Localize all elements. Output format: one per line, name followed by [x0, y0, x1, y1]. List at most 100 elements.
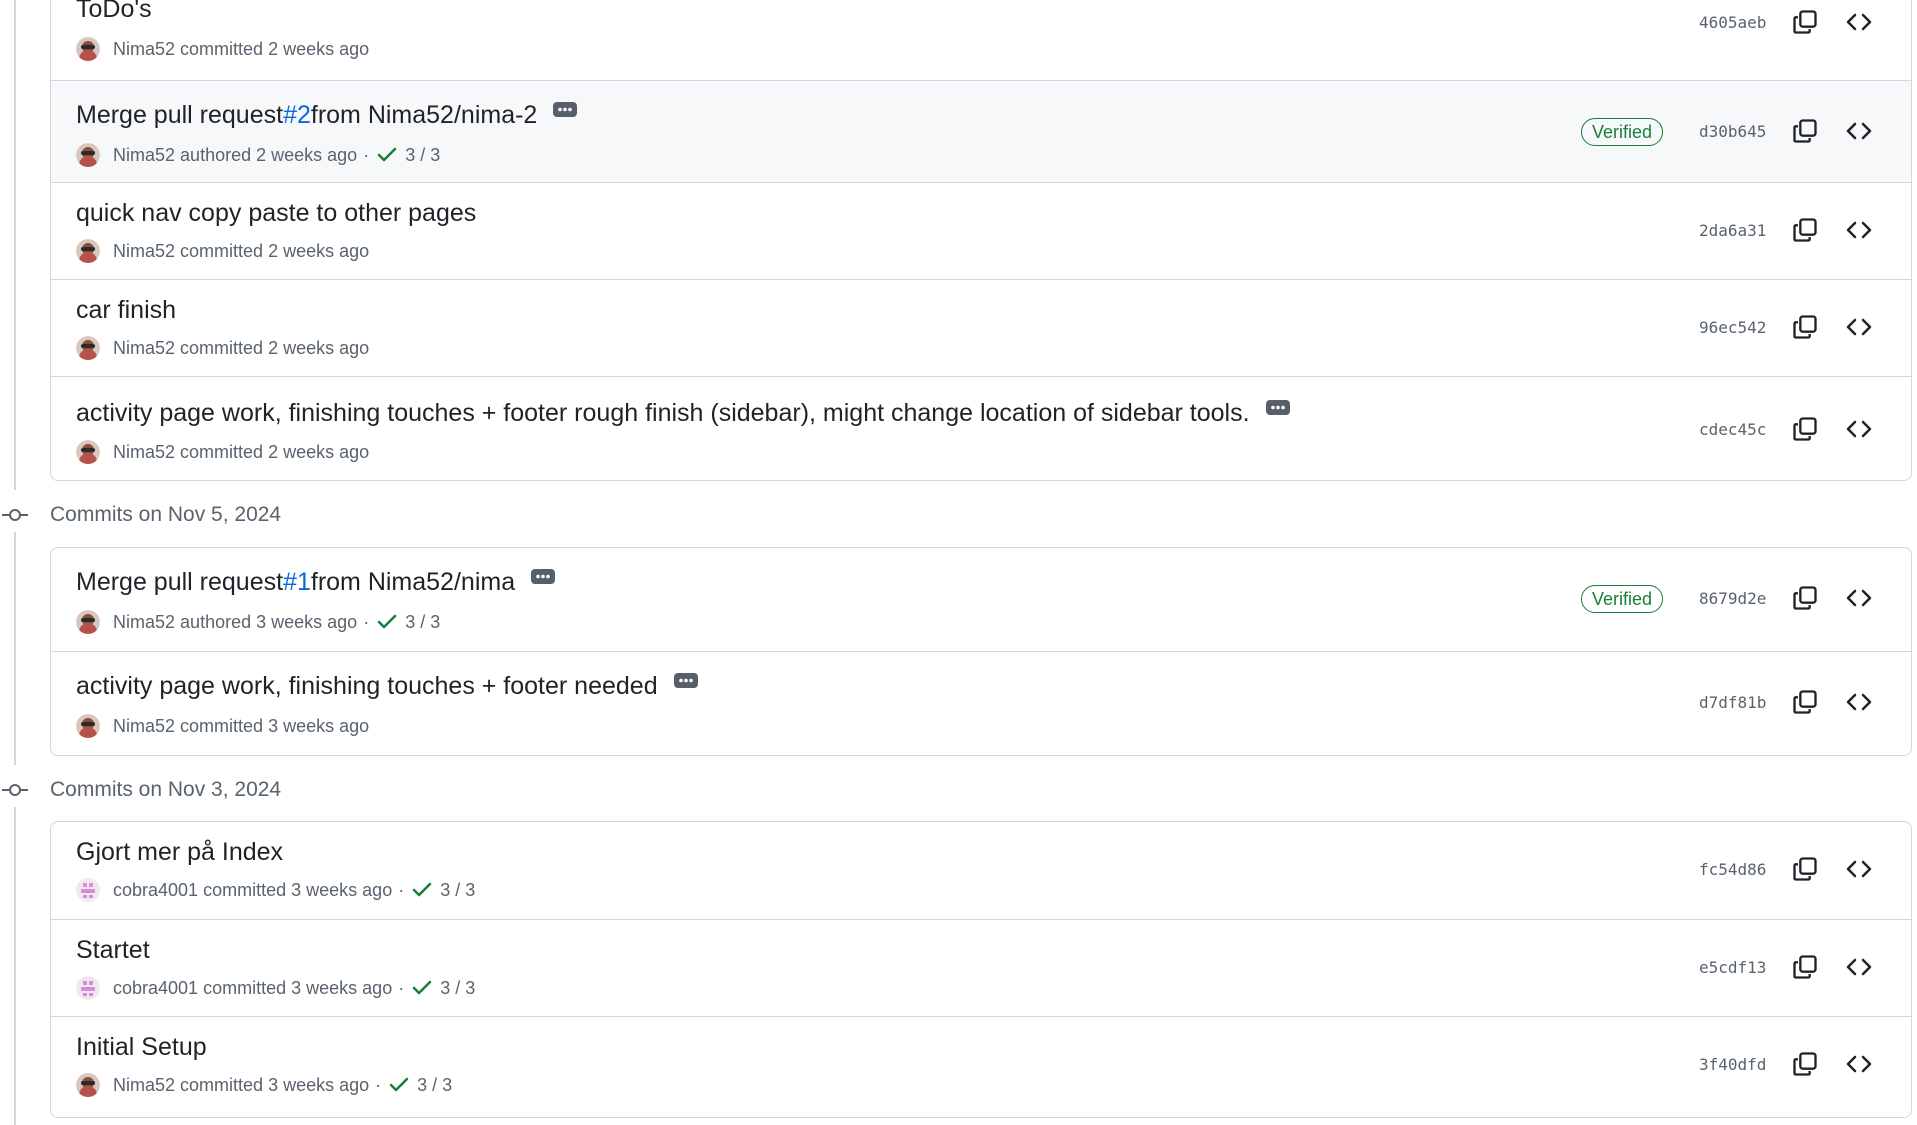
browse-repo-button[interactable] — [1844, 117, 1874, 145]
pull-request-link[interactable]: #1 — [283, 568, 311, 597]
commits-page: ToDo's Nima52 committed 2 weeks ago 4605… — [0, 0, 1917, 1125]
browse-repo-button[interactable] — [1844, 8, 1874, 36]
commit-sha-link[interactable]: 4605aeb — [1699, 13, 1766, 32]
browse-repo-button[interactable] — [1844, 855, 1874, 883]
browse-repo-button[interactable] — [1844, 1050, 1874, 1078]
commit-title-link[interactable]: activity page work, finishing touches + … — [76, 672, 698, 701]
commit-row: ToDo's Nima52 committed 2 weeks ago 4605… — [51, 0, 1911, 80]
checks-count[interactable]: 3 / 3 — [405, 145, 440, 166]
commit-time: 3 weeks ago — [256, 611, 358, 632]
commit-title-link[interactable]: ToDo's — [76, 0, 152, 24]
commit-row: car finish Nima52 committed 2 weeks ago … — [51, 279, 1911, 376]
commit-time: 2 weeks ago — [268, 337, 370, 358]
avatar[interactable] — [76, 714, 100, 738]
code-icon — [1846, 1055, 1872, 1073]
commit-title-link[interactable]: Gjort mer på Index — [76, 838, 283, 867]
commit-meta: Nima52 committed 2 weeks ago — [76, 239, 369, 263]
browse-repo-button[interactable] — [1844, 415, 1874, 443]
browse-repo-button[interactable] — [1844, 216, 1874, 244]
checks-count[interactable]: 3 / 3 — [417, 1075, 452, 1096]
copy-sha-button[interactable] — [1791, 8, 1819, 36]
commit-title-link[interactable]: Startet — [76, 936, 150, 965]
avatar[interactable] — [76, 610, 100, 634]
copy-icon — [1793, 955, 1817, 979]
avatar[interactable] — [76, 37, 100, 61]
copy-sha-button[interactable] — [1791, 953, 1819, 981]
commit-title-link[interactable]: Initial Setup — [76, 1033, 207, 1062]
check-icon[interactable] — [377, 614, 397, 635]
commit-author-link[interactable]: cobra4001 — [113, 880, 198, 901]
commit-author-link[interactable]: Nima52 — [113, 442, 175, 463]
commit-title-link[interactable]: Merge pull request #1 from Nima52/nima — [76, 568, 556, 597]
checks-count[interactable]: 3 / 3 — [405, 612, 440, 633]
commit-sha-link[interactable]: 3f40dfd — [1699, 1055, 1766, 1074]
commit-row: quick nav copy paste to other pages Nima… — [51, 182, 1911, 279]
expand-message-button[interactable] — [553, 102, 578, 117]
copy-sha-button[interactable] — [1791, 855, 1819, 883]
copy-sha-button[interactable] — [1791, 415, 1819, 443]
commit-sha-link[interactable]: fc54d86 — [1699, 860, 1766, 879]
commit-sha-link[interactable]: e5cdf13 — [1699, 958, 1766, 977]
avatar[interactable] — [76, 878, 100, 902]
avatar[interactable] — [76, 143, 100, 167]
commit-author-link[interactable]: cobra4001 — [113, 978, 198, 999]
commit-author-link[interactable]: Nima52 — [113, 1075, 175, 1096]
commit-sha-link[interactable]: d30b645 — [1699, 122, 1766, 141]
commit-title-link[interactable]: car finish — [76, 296, 176, 325]
copy-sha-button[interactable] — [1791, 584, 1819, 612]
commit-author-link[interactable]: Nima52 — [113, 241, 175, 262]
commit-meta: cobra4001 committed 3 weeks ago · 3 / 3 — [76, 878, 475, 902]
avatar[interactable] — [76, 336, 100, 360]
commit-sha-link[interactable]: d7df81b — [1699, 693, 1766, 712]
verified-badge[interactable]: Verified — [1581, 118, 1664, 146]
checks-count[interactable]: 3 / 3 — [440, 978, 475, 999]
commit-title-link[interactable]: Merge pull request #2 from Nima52/nima-2 — [76, 101, 578, 130]
commit-author-link[interactable]: Nima52 — [113, 145, 175, 166]
commit-sha-link[interactable]: 8679d2e — [1699, 589, 1766, 608]
browse-repo-button[interactable] — [1844, 313, 1874, 341]
avatar[interactable] — [76, 1073, 100, 1097]
commit-meta: Nima52 committed 3 weeks ago · 3 / 3 — [76, 1073, 452, 1097]
commit-title-link[interactable]: quick nav copy paste to other pages — [76, 199, 476, 228]
commit-verb: committed — [180, 441, 264, 462]
commit-sha-link[interactable]: 96ec542 — [1699, 318, 1766, 337]
check-icon[interactable] — [412, 980, 432, 1001]
browse-repo-button[interactable] — [1844, 953, 1874, 981]
pull-request-link[interactable]: #2 — [283, 101, 311, 130]
commit-row: activity page work, finishing touches + … — [51, 651, 1911, 755]
copy-sha-button[interactable] — [1791, 1050, 1819, 1078]
checks-count[interactable]: 3 / 3 — [440, 880, 475, 901]
browse-repo-button[interactable] — [1844, 584, 1874, 612]
code-icon — [1846, 122, 1872, 140]
copy-sha-button[interactable] — [1791, 117, 1819, 145]
git-commit-icon — [2, 784, 28, 796]
expand-message-button[interactable] — [673, 673, 698, 688]
commit-group-box: Merge pull request #1 from Nima52/nima N… — [50, 547, 1912, 756]
avatar[interactable] — [76, 239, 100, 263]
commit-meta: Nima52 authored 2 weeks ago · 3 / 3 — [76, 143, 440, 167]
copy-sha-button[interactable] — [1791, 688, 1819, 716]
check-icon[interactable] — [412, 882, 432, 903]
commit-sha-link[interactable]: cdec45c — [1699, 420, 1766, 439]
commit-row: Gjort mer på Index cobra4001 committed 3… — [51, 822, 1911, 919]
verified-badge[interactable]: Verified — [1581, 585, 1664, 613]
avatar[interactable] — [76, 976, 100, 1000]
check-icon[interactable] — [389, 1077, 409, 1098]
timeline-line — [14, 0, 16, 490]
commit-time: 2 weeks ago — [256, 144, 358, 165]
commit-sha-link[interactable]: 2da6a31 — [1699, 221, 1766, 240]
commit-author-link[interactable]: Nima52 — [113, 716, 175, 737]
code-icon — [1846, 318, 1872, 336]
commit-author-link[interactable]: Nima52 — [113, 39, 175, 60]
commit-author-link[interactable]: Nima52 — [113, 338, 175, 359]
copy-sha-button[interactable] — [1791, 216, 1819, 244]
expand-message-button[interactable] — [531, 569, 556, 584]
expand-message-button[interactable] — [1265, 400, 1290, 415]
copy-icon — [1793, 10, 1817, 34]
commit-title-link[interactable]: activity page work, finishing touches + … — [76, 399, 1290, 428]
check-icon[interactable] — [377, 147, 397, 168]
copy-sha-button[interactable] — [1791, 313, 1819, 341]
avatar[interactable] — [76, 440, 100, 464]
browse-repo-button[interactable] — [1844, 688, 1874, 716]
commit-author-link[interactable]: Nima52 — [113, 612, 175, 633]
